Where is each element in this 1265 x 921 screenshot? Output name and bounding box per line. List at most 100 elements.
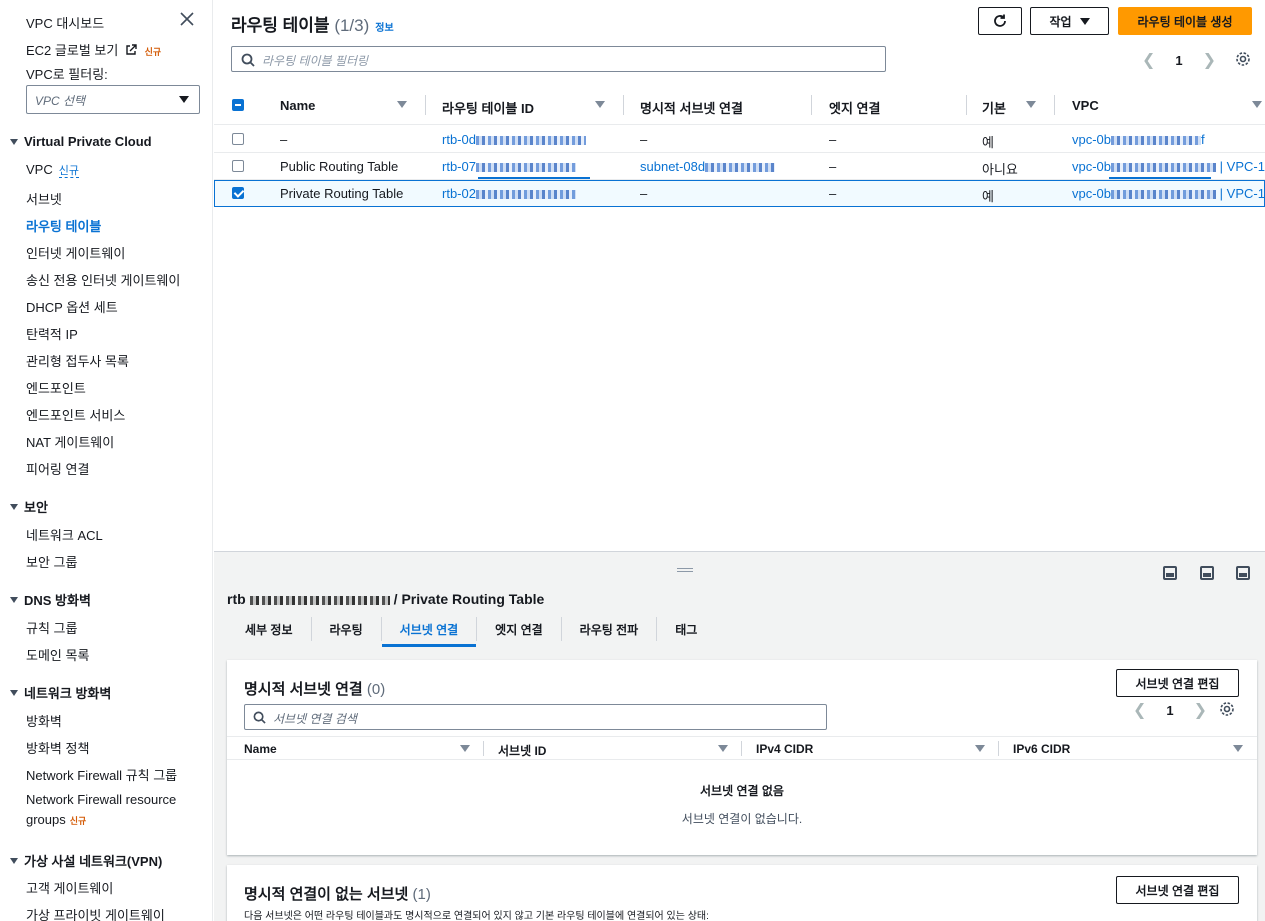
table-row-selected[interactable]: Private Routing Table rtb-02 – – 예 vpc-0… [214,180,1265,207]
cell-subnet: – [640,186,648,201]
sidebar-item-subnets[interactable]: 서브넷 [26,189,62,208]
sidebar-item-vgw[interactable]: 가상 프라이빗 게이트웨이 [26,905,165,921]
cell-main: 아니요 [982,162,1018,177]
sidebar-item-peering[interactable]: 피어링 연결 [26,459,89,478]
chevron-left-icon[interactable]: ❮ [1133,700,1146,720]
create-route-table-button[interactable]: 라우팅 테이블 생성 [1118,7,1252,35]
sort-icon[interactable] [397,101,407,108]
actions-button[interactable]: 작업 [1030,7,1109,35]
close-icon[interactable] [180,12,194,26]
chevron-right-icon[interactable]: ❯ [1194,700,1207,720]
vpc-link[interactable]: vpc-0b f [1072,132,1205,147]
sidebar-item-firewalls[interactable]: 방화벽 [26,711,62,730]
col-subnet-id[interactable]: 서브넷 ID [498,742,546,759]
edit-subnet-associations-button[interactable]: 서브넷 연결 편집 [1116,669,1239,697]
panel-side-icon[interactable] [1200,566,1214,580]
card-count: (0) [366,681,386,698]
redacted-id [475,136,586,146]
gear-icon[interactable] [1219,701,1235,717]
route-table-id-link[interactable]: rtb-07 [442,159,576,174]
new-badge: 신규 [69,816,87,826]
cell-name: Public Routing Table [280,159,399,174]
col-name[interactable]: Name [280,98,315,113]
route-table-id-link[interactable]: rtb-02 [442,186,576,201]
sort-icon[interactable] [975,745,985,752]
sidebar-item-elastic-ip[interactable]: 탄력적 IP [26,324,78,343]
row-checkbox-checked[interactable] [232,187,244,199]
vpc-text: vpc-0b [1072,132,1112,147]
sidebar-item-nat[interactable]: NAT 게이트웨이 [26,432,114,451]
sidebar-item-dhcp[interactable]: DHCP 옵션 세트 [26,297,118,316]
vpc-link[interactable]: vpc-0b | VPC-1 [1072,186,1265,201]
table-row[interactable]: Public Routing Table rtb-07 subnet-08d –… [214,153,1265,180]
row-checkbox[interactable] [232,133,244,145]
subnet-search-input[interactable]: 서브넷 연결 검색 [244,704,827,730]
tab-subnet-associations[interactable]: 서브넷 연결 [381,617,478,647]
sidebar-item-firewall-policies[interactable]: 방화벽 정책 [26,738,89,757]
chevron-right-icon[interactable]: ❯ [1203,50,1216,70]
col-edge[interactable]: 엣지 연결 [829,98,880,117]
vpc-select[interactable]: VPC 선택 [26,85,200,114]
info-link[interactable]: 정보 [375,23,393,34]
col-vpc[interactable]: VPC [1072,98,1099,113]
sidebar-item-vpc[interactable]: VPC 신규 [26,162,79,178]
panel-hide-icon[interactable] [1236,566,1250,580]
section-vpc[interactable]: Virtual Private Cloud [10,134,152,149]
resize-handle[interactable] [677,568,693,572]
col-ipv6-cidr[interactable]: IPv6 CIDR [1013,742,1070,756]
tab-tags[interactable]: 태그 [657,617,715,641]
sidebar-item-internet-gateways[interactable]: 인터넷 게이트웨이 [26,243,125,262]
sidebar-item-endpoint-services[interactable]: 엔드포인트 서비스 [26,405,125,424]
sort-icon[interactable] [1233,745,1243,752]
sidebar-item-prefix-lists[interactable]: 관리형 접두사 목록 [26,351,129,370]
tab-routes[interactable]: 라우팅 [312,617,382,641]
sidebar-item-nf-resource-groups-cont[interactable]: groups 신규 [26,812,86,827]
vpc-link[interactable]: vpc-0b | VPC-1 [1072,159,1265,174]
sort-icon[interactable] [718,745,728,752]
sidebar-item-nf-resource-groups[interactable]: Network Firewall resource [26,792,176,807]
section-network-firewall[interactable]: 네트워크 방화벽 [10,683,111,702]
gear-icon[interactable] [1235,51,1251,67]
vpc-text: vpc-0b [1072,186,1112,201]
col-main[interactable]: 기본 [982,98,1006,117]
tab-edge-associations[interactable]: 엣지 연결 [477,617,562,641]
caret-down-icon [10,857,18,864]
sort-icon[interactable] [1026,101,1036,108]
sidebar-item-nacl[interactable]: 네트워크 ACL [26,525,103,544]
subnet-link[interactable]: subnet-08d [640,159,776,174]
sidebar-item-route-tables[interactable]: 라우팅 테이블 [26,216,101,235]
route-table-filter-input[interactable]: 라우팅 테이블 필터링 [231,46,886,72]
sidebar-item-domain-lists[interactable]: 도메인 목록 [26,645,89,664]
page-number[interactable]: 1 [1166,703,1173,718]
sort-icon[interactable] [595,101,605,108]
col-name[interactable]: Name [244,742,277,756]
tab-route-propagation[interactable]: 라우팅 전파 [562,617,658,641]
tab-details[interactable]: 세부 정보 [227,617,312,641]
page-number[interactable]: 1 [1175,53,1182,68]
section-security[interactable]: 보안 [10,497,48,516]
sidebar-item-endpoints[interactable]: 엔드포인트 [26,378,86,397]
refresh-button[interactable] [978,7,1022,35]
col-explicit-subnet[interactable]: 명시적 서브넷 연결 [640,98,743,117]
sidebar-item-nf-rule-groups[interactable]: Network Firewall 규칙 그룹 [26,765,177,784]
col-route-table-id[interactable]: 라우팅 테이블 ID [442,98,534,117]
sort-icon[interactable] [460,745,470,752]
card-title: 명시적 서브넷 연결 (0) [244,678,385,699]
section-dns-firewall[interactable]: DNS 방화벽 [10,590,91,609]
sidebar-link-ec2-global[interactable]: EC2 글로벌 보기 신규 [26,40,161,59]
sort-icon[interactable] [1252,101,1262,108]
sidebar-item-egress-only-igw[interactable]: 송신 전용 인터넷 게이트웨이 [26,270,180,289]
edit-subnet-associations-button[interactable]: 서브넷 연결 편집 [1116,876,1239,904]
panel-bottom-icon[interactable] [1163,566,1177,580]
sidebar-item-security-groups[interactable]: 보안 그룹 [26,552,77,571]
section-vpn[interactable]: 가상 사설 네트워크(VPN) [10,851,162,870]
route-table-id-link[interactable]: rtb-0d [442,132,586,147]
row-checkbox[interactable] [232,160,244,172]
chevron-left-icon[interactable]: ❮ [1142,50,1155,70]
col-ipv4-cidr[interactable]: IPv4 CIDR [756,742,813,756]
sidebar-link-vpc-dashboard[interactable]: VPC 대시보드 [26,13,104,32]
select-all-checkbox[interactable] [232,99,244,111]
table-row[interactable]: – rtb-0d – – 예 vpc-0b f [214,126,1265,153]
sidebar-item-rule-groups[interactable]: 규칙 그룹 [26,618,77,637]
sidebar-item-customer-gateways[interactable]: 고객 게이트웨이 [26,878,113,897]
